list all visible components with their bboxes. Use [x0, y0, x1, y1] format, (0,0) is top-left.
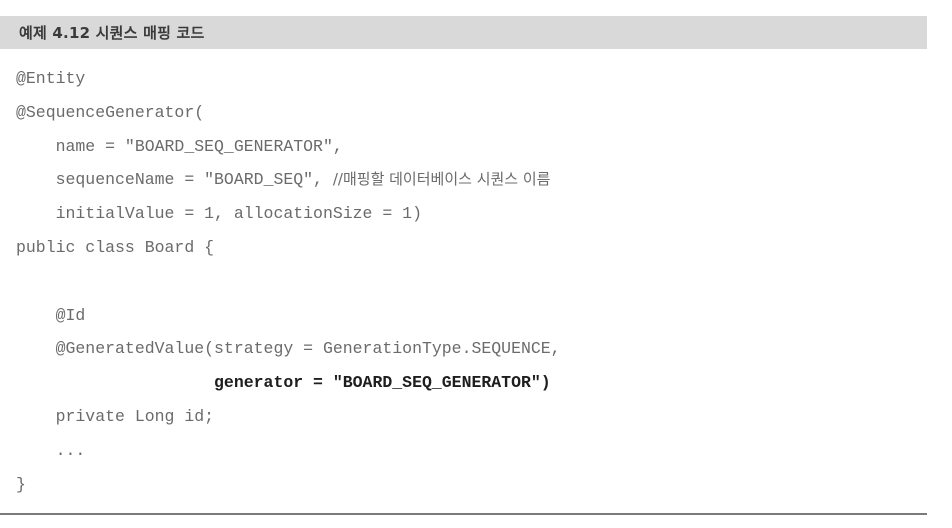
code-line: ... — [16, 434, 921, 468]
bottom-divider — [0, 513, 927, 515]
code-text: @SequenceGenerator( — [16, 102, 205, 122]
code-text: name = "BOARD_SEQ_GENERATOR", — [16, 136, 343, 156]
example-caption-bar: 예제 4.12 시퀀스 매핑 코드 — [0, 16, 927, 49]
code-line: generator = "BOARD_SEQ_GENERATOR") — [16, 366, 921, 400]
code-line: sequenceName = "BOARD_SEQ", //매핑할 데이터베이스… — [16, 163, 921, 197]
code-line: name = "BOARD_SEQ_GENERATOR", — [16, 130, 921, 164]
code-line: initialValue = 1, allocationSize = 1) — [16, 197, 921, 231]
code-example-page: 예제 4.12 시퀀스 매핑 코드 @Entity @SequenceGenera… — [0, 0, 952, 528]
code-text: } — [16, 474, 26, 494]
code-text: initialValue = 1, allocationSize = 1) — [16, 204, 422, 224]
code-text: generator = "BOARD_SEQ_GENERATOR") — [16, 373, 551, 393]
code-line: @Entity — [16, 62, 921, 96]
example-caption: 예제 4.12 시퀀스 매핑 코드 — [19, 24, 205, 42]
code-text: sequenceName = "BOARD_SEQ", — [16, 170, 333, 190]
code-line: @GeneratedValue(strategy = GenerationTyp… — [16, 332, 921, 366]
code-text: public class Board { — [16, 237, 215, 257]
code-line: @SequenceGenerator( — [16, 96, 921, 130]
code-line: private Long id; — [16, 400, 921, 434]
code-line: public class Board { — [16, 231, 921, 265]
code-text: @Entity — [16, 69, 86, 88]
code-comment: //매핑할 데이터베이스 시퀀스 이름 — [332, 170, 551, 189]
code-line: } — [16, 468, 921, 502]
code-line: @Id — [16, 299, 921, 333]
code-text: ... — [16, 440, 86, 460]
code-text: private Long id; — [16, 406, 215, 426]
code-text: @GeneratedValue(strategy = GenerationTyp… — [16, 339, 561, 359]
code-text: @Id — [16, 305, 86, 325]
code-block: @Entity @SequenceGenerator( name = "BOARD… — [16, 62, 921, 501]
